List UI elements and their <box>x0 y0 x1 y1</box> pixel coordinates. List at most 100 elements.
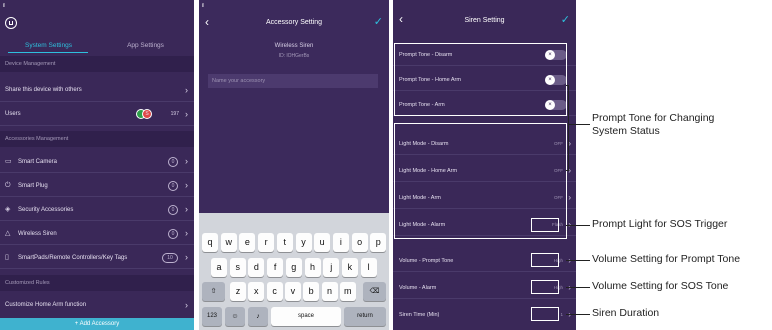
tab-underline <box>8 52 88 53</box>
key-y[interactable]: y <box>295 233 312 252</box>
tab-app-settings[interactable]: App Settings <box>97 42 194 49</box>
setting-label: Siren Time (Min) <box>399 312 440 318</box>
key-o[interactable]: o <box>351 233 368 252</box>
chevron-right-icon: › <box>568 277 571 299</box>
chevron-right-icon: › <box>568 304 571 326</box>
key-a[interactable]: a <box>211 258 227 277</box>
key-z[interactable]: z <box>230 282 246 301</box>
camera-icon: ▭ <box>5 158 12 165</box>
accessory-count: 0 <box>168 205 178 215</box>
plug-icon: ⏻ <box>5 182 11 189</box>
chevron-right-icon: › <box>185 252 188 262</box>
key-i[interactable]: i <box>332 233 349 252</box>
chevron-right-icon: › <box>185 204 188 214</box>
key-w[interactable]: w <box>220 233 237 252</box>
emoji-icon[interactable]: ☺ <box>225 307 245 326</box>
keyboard: qwertyuiop asdfghjkl zxcvbnm ⇧ ⌫ 123 ☺ ♪… <box>199 213 389 330</box>
annotation-line-1: Prompt Tone for Changing <box>592 112 715 124</box>
key-k[interactable]: k <box>341 258 358 277</box>
confirm-check-icon[interactable]: ✓ <box>561 13 570 26</box>
tab-system-settings[interactable]: System Settings <box>0 42 97 49</box>
section-customized-rules: Customized Rules <box>0 275 194 291</box>
backspace-key[interactable]: ⌫ <box>363 282 386 301</box>
accessory-row-smart-plug[interactable]: ⏻ Smart Plug 0 › <box>0 174 194 197</box>
chevron-right-icon: › <box>568 193 571 202</box>
key-f[interactable]: f <box>267 258 284 277</box>
key-l[interactable]: l <box>360 258 377 277</box>
alarm-light-value-highlight <box>531 218 559 232</box>
shift-key[interactable]: ⇧ <box>202 282 225 301</box>
key-t[interactable]: t <box>276 233 293 252</box>
system-settings-screen: ıll System Settings App Settings Device … <box>0 0 194 330</box>
confirm-check-icon[interactable]: ✓ <box>374 15 383 28</box>
accessory-setting-screen: ıll ‹ Accessory Setting ✓ Wireless Siren… <box>199 0 389 330</box>
bracket-line <box>566 170 569 171</box>
users-label: Users <box>5 111 21 117</box>
accessory-count: 0 <box>168 229 178 239</box>
users-count: 197 <box>170 111 179 117</box>
chevron-right-icon: › <box>185 156 188 166</box>
share-device-row[interactable]: Share this device with others › <box>0 79 194 102</box>
page-title: Siren Setting <box>464 17 505 24</box>
chevron-right-icon: › <box>568 250 571 272</box>
chevron-right-icon: › <box>185 300 188 310</box>
shield-icon: ◈ <box>5 206 11 213</box>
accessory-row-remote-controllers[interactable]: ▯ SmartPads/Remote Controllers/Key Tags 1… <box>0 246 194 269</box>
accessory-row-wireless-siren[interactable]: △ Wireless Siren 0 › <box>0 222 194 245</box>
key-p[interactable]: p <box>370 233 387 252</box>
key-j[interactable]: j <box>323 258 340 277</box>
connector-line <box>566 287 590 288</box>
remote-icon: ▯ <box>5 254 9 261</box>
accessory-label: Smart Plug <box>18 183 48 189</box>
key-b[interactable]: b <box>303 282 320 301</box>
accessory-row-smart-camera[interactable]: ▭ Smart Camera 0 › <box>0 150 194 173</box>
section-device-management: Device Management <box>0 56 194 72</box>
volume-prompt-value-highlight <box>531 253 559 267</box>
users-avatars: S <box>136 109 156 119</box>
key-d[interactable]: d <box>248 258 265 277</box>
bracket-line <box>568 85 569 171</box>
accessory-count: 10 <box>162 253 178 263</box>
key-g[interactable]: g <box>285 258 302 277</box>
accessory-name-input[interactable] <box>208 74 378 88</box>
accessory-label: Wireless Siren <box>18 231 57 237</box>
annotation-volume-prompt: Volume Setting for Prompt Tone <box>592 253 741 265</box>
share-device-label: Share this device with others <box>5 87 82 93</box>
section-accessories-management: Accessories Management <box>0 131 194 147</box>
key-r[interactable]: r <box>258 233 275 252</box>
accessory-count: 0 <box>168 181 178 191</box>
key-m[interactable]: m <box>339 282 356 301</box>
key-u[interactable]: u <box>314 233 331 252</box>
accessory-label: Security Accessories <box>18 207 74 213</box>
key-n[interactable]: n <box>321 282 338 301</box>
sos-badge: S <box>142 109 152 119</box>
add-accessory-button[interactable]: + Add Accessory <box>0 318 194 330</box>
users-row[interactable]: Users S 197 › <box>0 103 194 126</box>
setting-value: 1 <box>560 312 563 317</box>
key-s[interactable]: s <box>229 258 246 277</box>
signal-icon: ıll <box>202 3 203 9</box>
annotation-prompt-light: Prompt Light for SOS Trigger <box>592 218 728 230</box>
prompt-tone-highlight <box>394 43 567 116</box>
chevron-right-icon: › <box>185 180 188 190</box>
connector-line <box>566 314 590 315</box>
customize-home-arm-label: Customize Home Arm function <box>5 302 87 308</box>
key-e[interactable]: e <box>239 233 256 252</box>
key-v[interactable]: v <box>284 282 301 301</box>
annotation-line-2: System Status <box>592 125 660 137</box>
siren-setting-screen: ‹ Siren Setting ✓ Prompt Tone - Disarm ×… <box>393 0 576 330</box>
chevron-right-icon: › <box>185 85 188 95</box>
key-c[interactable]: c <box>266 282 283 301</box>
microphone-icon[interactable]: ♪ <box>248 307 268 326</box>
accessory-row-security-accessories[interactable]: ◈ Security Accessories 0 › <box>0 198 194 221</box>
chevron-right-icon: › <box>185 228 188 238</box>
key-h[interactable]: h <box>304 258 321 277</box>
space-key[interactable]: space <box>271 307 341 326</box>
connector-line <box>568 124 590 125</box>
key-q[interactable]: q <box>202 233 218 252</box>
home-icon[interactable] <box>5 17 17 29</box>
key-x[interactable]: x <box>248 282 265 301</box>
numbers-key[interactable]: 123 <box>202 307 222 326</box>
customize-home-arm-row[interactable]: Customize Home Arm function › <box>0 294 194 317</box>
return-key[interactable]: return <box>344 307 386 326</box>
